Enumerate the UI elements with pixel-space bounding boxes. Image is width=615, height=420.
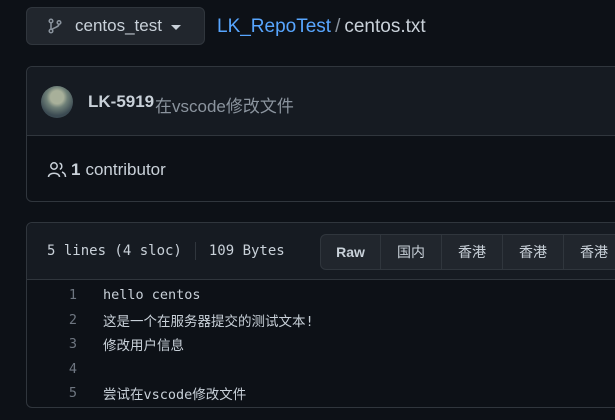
line-number[interactable]: 5 (27, 385, 77, 401)
line-number[interactable]: 2 (27, 312, 77, 328)
mirror-button-hk-2[interactable]: 香港 (503, 235, 564, 269)
file-actions-group: Raw 国内 香港 香港 香港 (320, 234, 615, 270)
file-view-page: centos_test LK_RepoTest / centos.txt LK-59… (0, 0, 615, 420)
line-text: 修改用户信息 (103, 338, 184, 355)
repo-link[interactable]: LK_RepoTest (217, 16, 331, 37)
line-number[interactable]: 4 (27, 361, 77, 377)
mirror-button-hk-1[interactable]: 香港 (442, 235, 503, 269)
git-branch-icon (48, 18, 62, 34)
branch-select-button[interactable]: centos_test (26, 7, 205, 45)
code-line: 5 尝试在vscode修改文件 (27, 381, 615, 406)
raw-button[interactable]: Raw (321, 235, 381, 269)
code-view: 1 hello centos 2 这是一个在服务器提交的测试文本! 3 修改用户… (27, 280, 615, 406)
file-lines-info: 5 lines (4 sloc) (47, 243, 182, 259)
contributors-count: 1 (71, 160, 81, 179)
line-text: 尝试在vscode修改文件 (103, 387, 247, 404)
mirror-button-domestic[interactable]: 国内 (381, 235, 442, 269)
commit-message-link[interactable]: 在vscode修改文件 (155, 92, 294, 117)
line-number[interactable]: 1 (27, 287, 77, 303)
caret-down-icon (170, 24, 181, 30)
code-line: 4 (27, 357, 615, 382)
code-line: 1 hello centos (27, 283, 615, 308)
avatar[interactable] (41, 86, 73, 118)
line-number[interactable]: 3 (27, 336, 77, 352)
mirror-button-hk-3[interactable]: 香港 (564, 235, 615, 269)
file-info: 5 lines (4 sloc) 109 Bytes (47, 242, 285, 260)
commit-author-link[interactable]: LK-5919 (88, 92, 154, 112)
people-icon (47, 162, 67, 178)
file-header: 5 lines (4 sloc) 109 Bytes Raw 国内 香港 香港 … (27, 223, 615, 280)
file-name: centos.txt (344, 16, 426, 37)
code-line: 3 修改用户信息 (27, 332, 615, 357)
line-text: 这是一个在服务器提交的测试文本! (103, 313, 314, 330)
breadcrumb: LK_RepoTest / centos.txt (217, 16, 426, 38)
commit-header: LK-5919 在vscode修改文件 (27, 67, 615, 136)
latest-commit-box: LK-5919 在vscode修改文件 1 contributor (26, 66, 615, 202)
contributors-label: contributor (85, 160, 166, 179)
code-line: 2 这是一个在服务器提交的测试文本! (27, 308, 615, 333)
file-size: 109 Bytes (208, 243, 285, 259)
line-text: hello centos (103, 287, 201, 304)
breadcrumb-separator: / (335, 16, 341, 37)
contributors-row[interactable]: 1 contributor (47, 160, 166, 180)
branch-name: centos_test (75, 16, 162, 35)
file-info-divider (194, 242, 196, 260)
file-content-box: 5 lines (4 sloc) 109 Bytes Raw 国内 香港 香港 … (26, 222, 615, 408)
